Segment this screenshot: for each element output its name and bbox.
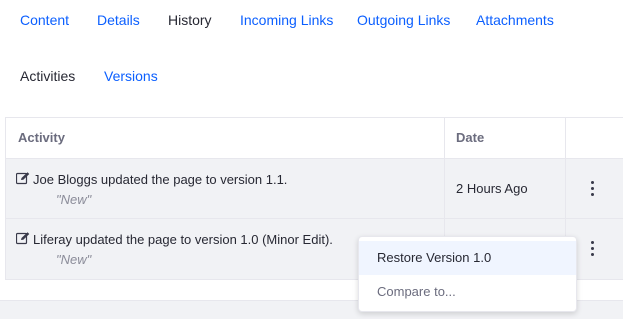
tab-details[interactable]: Details [97, 11, 140, 29]
history-subtabs: Activities Versions [0, 56, 623, 96]
content-tabs: Content Details History Incoming Links O… [0, 0, 623, 40]
restore-version-menu-item[interactable]: Restore Version 1.0 [359, 241, 576, 275]
activity-text: Joe Bloggs updated the page to version 1… [33, 172, 288, 187]
table-row: Joe Bloggs updated the page to version 1… [6, 159, 623, 219]
version-summary: "New" [56, 252, 92, 267]
actions-dropdown: Restore Version 1.0 Compare to... [358, 236, 577, 312]
activity-text: Liferay updated the page to version 1.0 … [33, 232, 333, 247]
activity-date: 2 Hours Ago [456, 181, 528, 196]
actions-menu-icon[interactable] [586, 239, 598, 259]
edit-icon [16, 232, 30, 245]
tab-attachments[interactable]: Attachments [476, 11, 554, 29]
header-activity: Activity [18, 130, 65, 145]
tab-outgoing-links[interactable]: Outgoing Links [357, 11, 450, 29]
actions-menu-icon[interactable] [586, 179, 598, 199]
tab-content[interactable]: Content [20, 11, 69, 29]
tab-incoming-links[interactable]: Incoming Links [240, 11, 333, 29]
version-summary: "New" [56, 192, 92, 207]
compare-to-menu-item[interactable]: Compare to... [359, 275, 576, 309]
tab-history[interactable]: History [168, 11, 212, 29]
header-date: Date [456, 130, 485, 145]
edit-icon [16, 172, 30, 185]
subtab-versions[interactable]: Versions [104, 67, 158, 85]
subtab-activities[interactable]: Activities [20, 67, 75, 85]
table-header-row: Activity Date [6, 118, 623, 159]
